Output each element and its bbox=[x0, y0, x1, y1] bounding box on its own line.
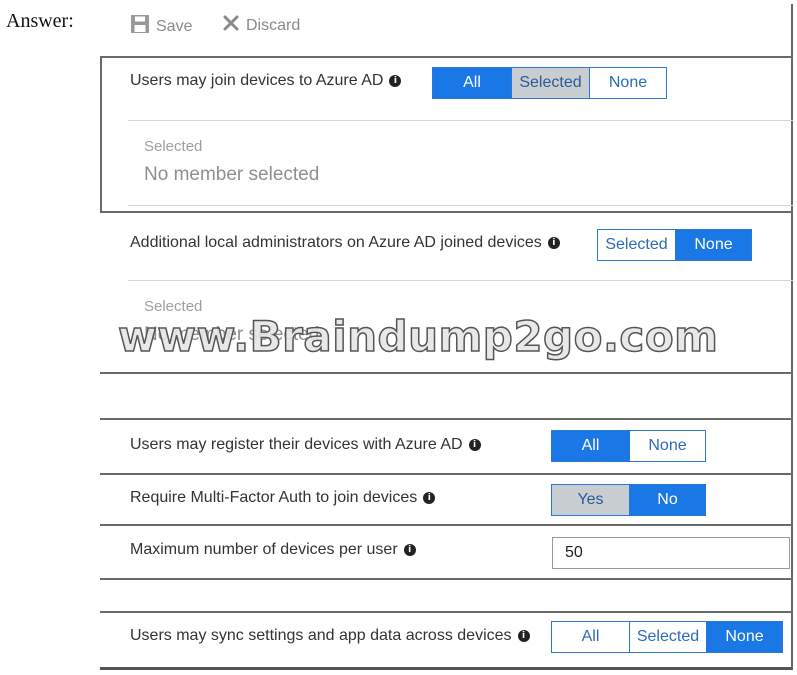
divider bbox=[100, 418, 793, 420]
save-icon bbox=[130, 14, 150, 39]
info-icon[interactable]: i bbox=[468, 439, 481, 451]
sync-settings-label: Users may sync settings and app data acr… bbox=[130, 627, 512, 644]
divider bbox=[100, 524, 793, 526]
join-devices-toggle: All Selected None bbox=[432, 67, 667, 99]
join-option-all[interactable]: All bbox=[433, 68, 511, 98]
save-button[interactable]: Save bbox=[130, 14, 192, 39]
info-icon[interactable]: i bbox=[389, 75, 402, 87]
divider bbox=[100, 578, 793, 580]
max-devices-input[interactable]: 50 bbox=[552, 537, 790, 569]
register-option-none[interactable]: None bbox=[629, 431, 705, 461]
register-option-all[interactable]: All bbox=[552, 431, 629, 461]
join-selected-caption: Selected bbox=[144, 138, 203, 155]
mfa-label: Require Multi-Factor Auth to join device… bbox=[130, 489, 418, 506]
divider bbox=[128, 205, 793, 206]
discard-button[interactable]: Discard bbox=[222, 14, 300, 37]
divider bbox=[128, 280, 793, 281]
local-admins-option-selected[interactable]: Selected bbox=[598, 230, 675, 260]
join-option-none[interactable]: None bbox=[589, 68, 666, 98]
save-label: Save bbox=[156, 17, 193, 35]
join-devices-row: Users may join devices to Azure AD i bbox=[130, 72, 402, 90]
divider bbox=[100, 473, 793, 475]
register-devices-row: Users may register their devices with Az… bbox=[130, 436, 481, 454]
info-icon[interactable]: i bbox=[517, 630, 530, 642]
info-icon[interactable]: i bbox=[423, 492, 436, 504]
divider bbox=[100, 372, 793, 374]
sync-settings-toggle: All Selected None bbox=[551, 621, 783, 653]
divider bbox=[128, 120, 793, 121]
register-devices-label: Users may register their devices with Az… bbox=[130, 436, 463, 453]
divider bbox=[100, 211, 793, 213]
join-devices-label: Users may join devices to Azure AD bbox=[130, 72, 384, 89]
discard-label: Discard bbox=[246, 16, 301, 34]
sync-option-all[interactable]: All bbox=[552, 622, 629, 652]
join-member-text[interactable]: No member selected bbox=[144, 164, 319, 186]
mfa-toggle: Yes No bbox=[551, 484, 706, 516]
info-icon[interactable]: i bbox=[403, 544, 416, 556]
local-admins-option-none[interactable]: None bbox=[675, 230, 751, 260]
info-icon[interactable]: i bbox=[547, 237, 560, 249]
sync-option-selected[interactable]: Selected bbox=[629, 622, 706, 652]
mfa-row: Require Multi-Factor Auth to join device… bbox=[130, 489, 436, 507]
local-admins-label: Additional local administrators on Azure… bbox=[130, 234, 542, 251]
answer-label: Answer: bbox=[6, 10, 74, 32]
max-devices-row: Maximum number of devices per user i bbox=[130, 541, 416, 559]
sync-option-none[interactable]: None bbox=[706, 622, 782, 652]
register-devices-toggle: All None bbox=[551, 430, 706, 462]
local-admins-toggle: Selected None bbox=[597, 229, 752, 261]
mfa-option-yes[interactable]: Yes bbox=[552, 485, 629, 515]
local-admins-row: Additional local administrators on Azure… bbox=[130, 234, 560, 252]
divider bbox=[100, 56, 793, 58]
max-devices-label: Maximum number of devices per user bbox=[130, 541, 398, 558]
join-option-selected[interactable]: Selected bbox=[511, 68, 589, 98]
sync-settings-row: Users may sync settings and app data acr… bbox=[130, 627, 530, 645]
mfa-option-no[interactable]: No bbox=[629, 485, 705, 515]
close-icon bbox=[222, 14, 240, 37]
watermark: www.Braindump2go.com bbox=[117, 311, 719, 362]
divider bbox=[100, 611, 793, 613]
divider bbox=[100, 56, 102, 212]
